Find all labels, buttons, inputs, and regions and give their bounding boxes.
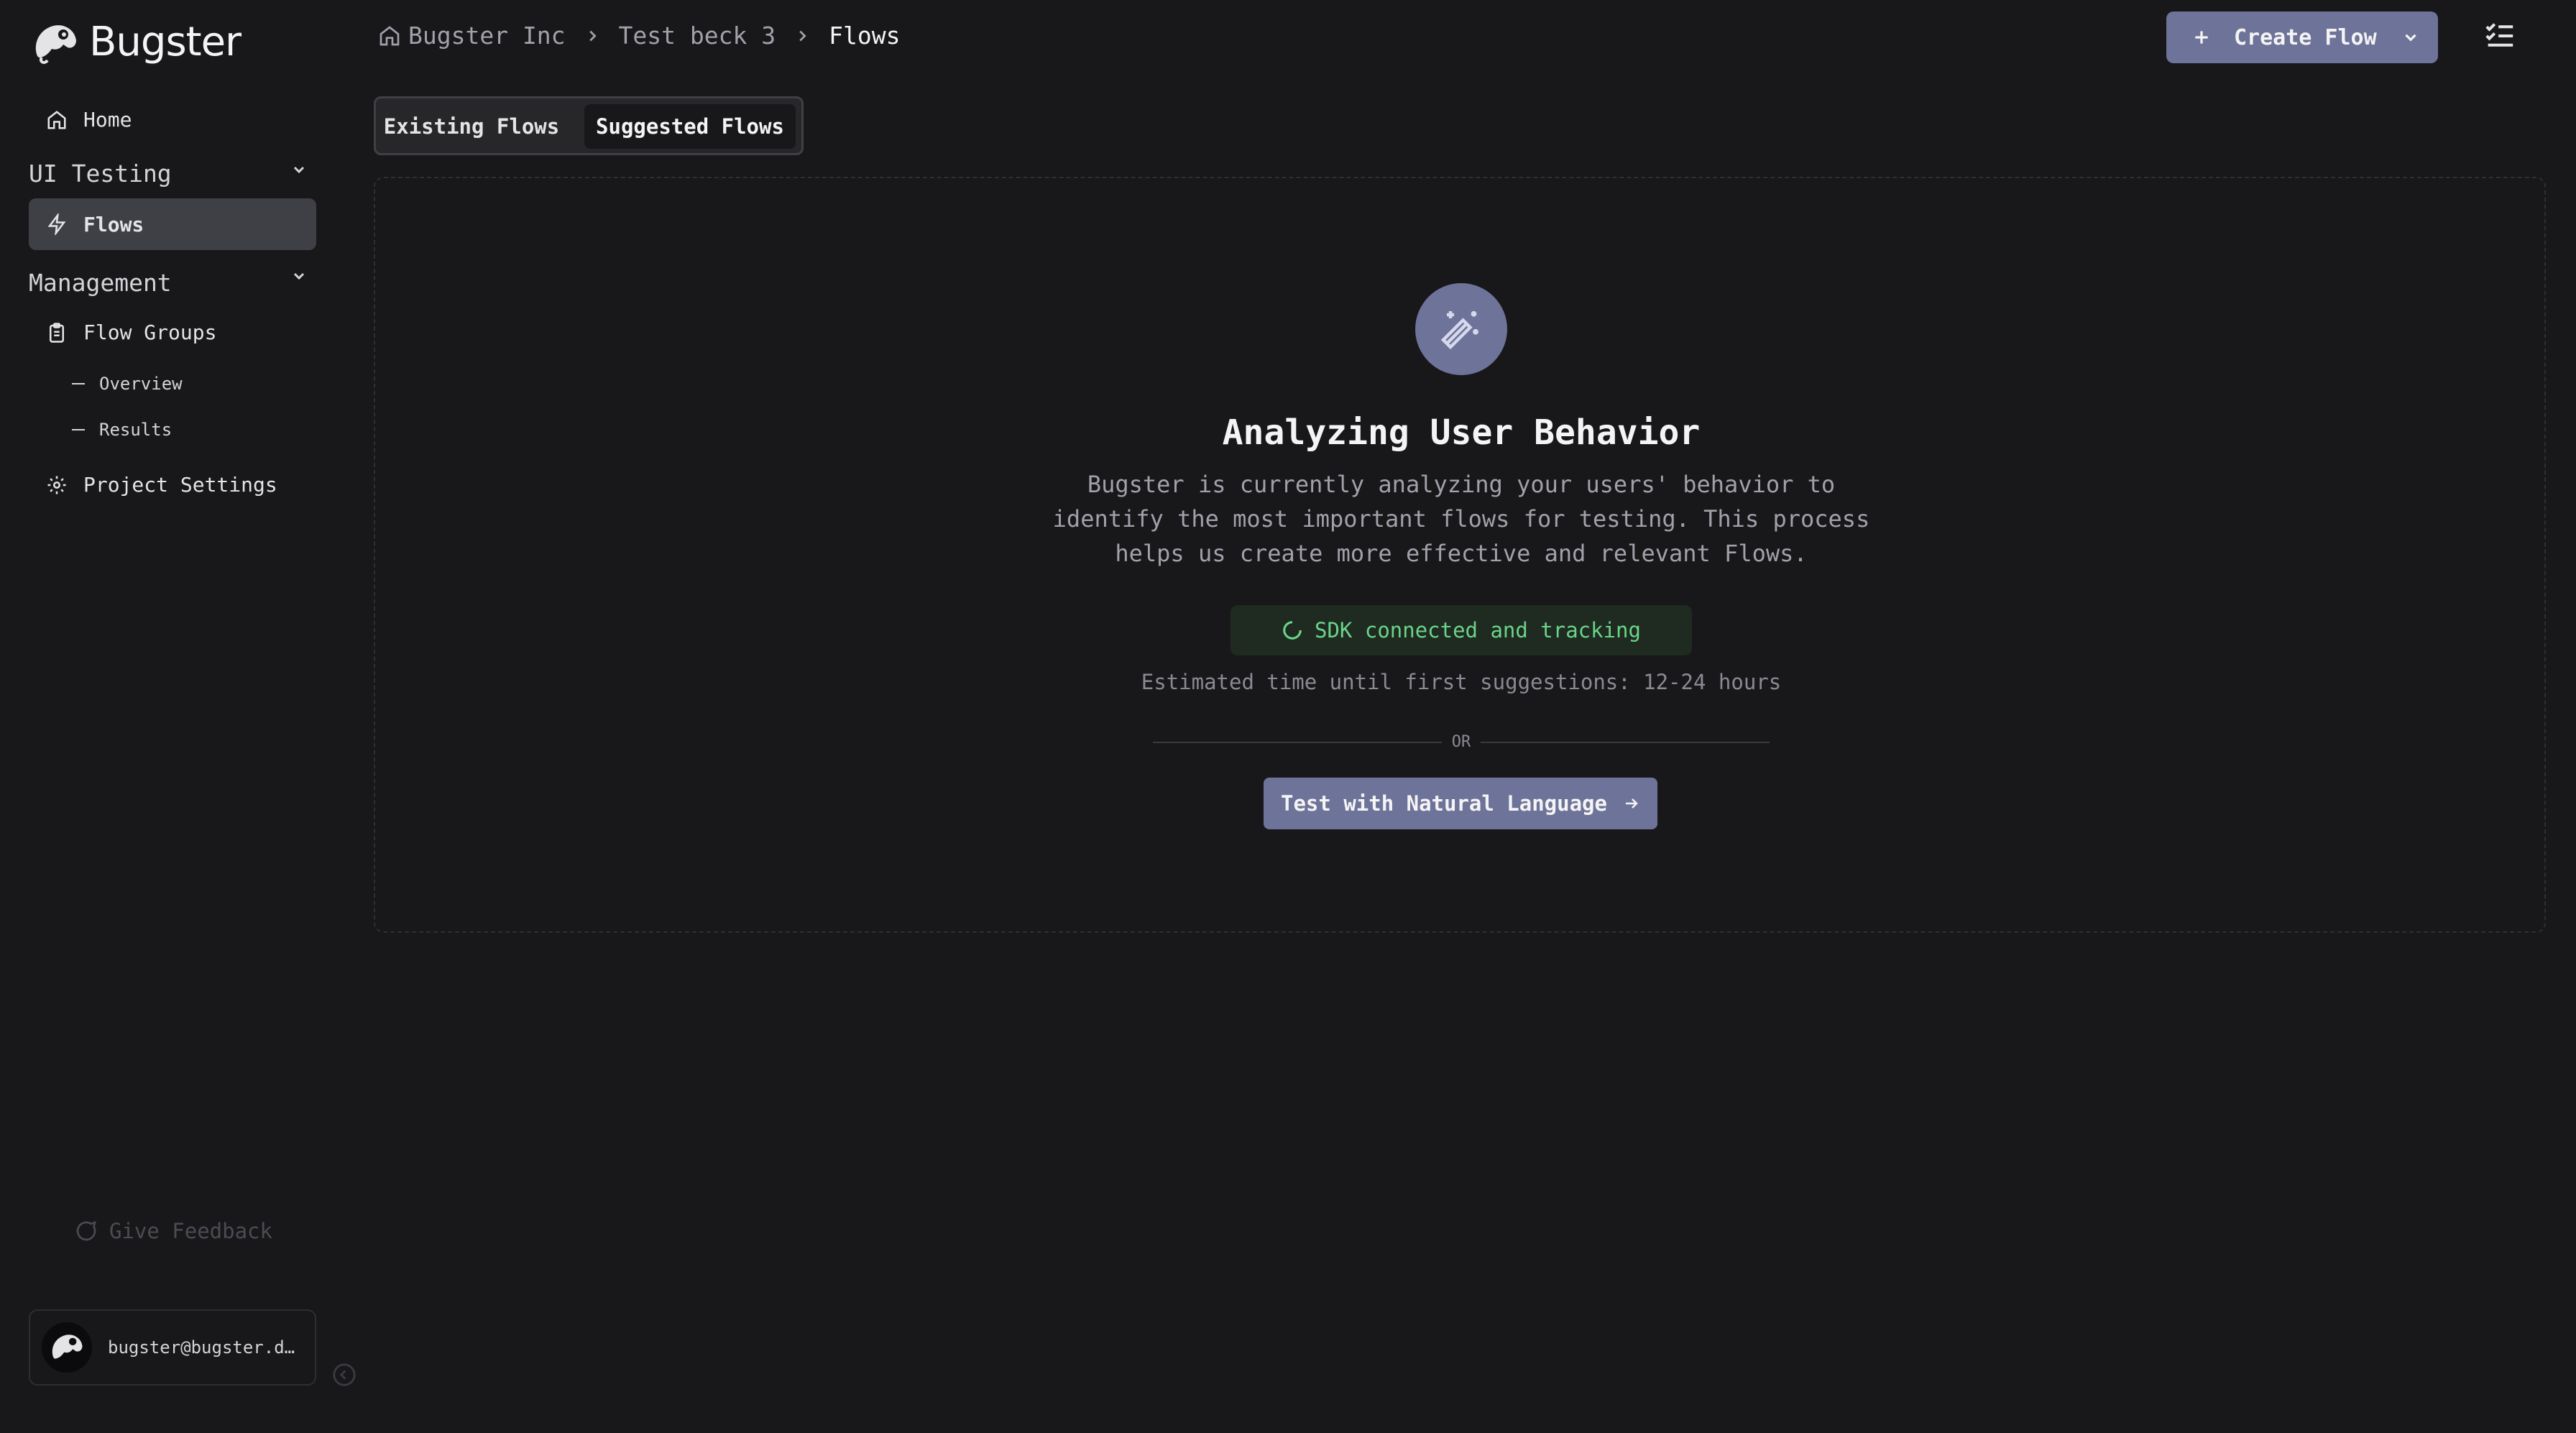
sidebar-item-label: Flows — [83, 212, 144, 236]
sidebar-item-home[interactable]: Home — [46, 108, 132, 132]
chevron-right-icon — [584, 28, 600, 44]
chevron-down-icon[interactable] — [2401, 28, 2420, 47]
breadcrumb-current: Flows — [829, 22, 901, 50]
magic-wand-icon — [1415, 283, 1507, 375]
create-flow-label: Create Flow — [2234, 24, 2377, 50]
gear-icon — [46, 474, 68, 496]
feedback-label: Give Feedback — [109, 1219, 272, 1243]
divider — [1481, 742, 1770, 743]
suggested-flows-panel: Analyzing User Behavior Bugster is curre… — [374, 177, 2546, 933]
breadcrumb-org[interactable]: Bugster Inc — [408, 22, 566, 50]
or-label: OR — [1451, 733, 1471, 751]
nl-button-label: Test with Natural Language — [1281, 791, 1607, 816]
breadcrumb-project[interactable]: Test beck 3 — [619, 22, 776, 50]
sidebar-item-label: Project Settings — [83, 473, 277, 497]
breadcrumb: Bugster Inc Test beck 3 Flows — [378, 22, 900, 50]
description-line-3: helps us create more effective and relev… — [1115, 540, 1808, 567]
page-heading: Analyzing User Behavior — [1222, 413, 1701, 453]
avatar — [42, 1322, 92, 1373]
description-line-2: identify the most important flows for te… — [1052, 505, 1870, 533]
estimated-time-text: Estimated time until first suggestions: … — [1141, 670, 1782, 694]
sidebar-subitem-results[interactable]: Results — [72, 420, 172, 440]
home-icon[interactable] — [378, 24, 401, 47]
dash-icon — [72, 383, 85, 384]
section-ui-testing[interactable]: UI Testing — [29, 160, 172, 188]
flows-tab-bar: Existing Flows Suggested Flows — [374, 96, 804, 155]
section-management[interactable]: Management — [29, 269, 172, 297]
sdk-status-text: SDK connected and tracking — [1315, 618, 1641, 642]
clipboard-icon — [46, 322, 68, 344]
test-natural-language-button[interactable]: Test with Natural Language — [1264, 778, 1657, 829]
sidebar-item-label: Flow Groups — [83, 321, 217, 344]
dash-icon — [72, 429, 85, 430]
app-logo[interactable]: Bugster — [32, 19, 242, 65]
sidebar-item-flows[interactable]: Flows — [29, 198, 316, 250]
user-account-card[interactable]: bugster@bugster.d… — [29, 1309, 316, 1386]
divider — [1153, 742, 1442, 743]
user-email: bugster@bugster.d… — [108, 1337, 295, 1358]
sidebar-item-flow-groups[interactable]: Flow Groups — [46, 321, 216, 344]
create-flow-button[interactable]: Create Flow — [2166, 11, 2438, 63]
tab-suggested-flows[interactable]: Suggested Flows — [584, 104, 796, 149]
plus-icon — [2192, 28, 2211, 47]
chevron-right-icon — [794, 28, 810, 44]
checklist-icon[interactable] — [2484, 22, 2516, 50]
tab-existing-flows[interactable]: Existing Flows — [382, 104, 561, 149]
description-line-1: Bugster is currently analyzing your user… — [1087, 471, 1836, 498]
sidebar-subitem-label: Results — [99, 420, 172, 440]
sidebar-subitem-overview[interactable]: Overview — [72, 374, 183, 394]
sidebar-subitem-label: Overview — [99, 374, 183, 394]
chat-bubble-icon — [75, 1220, 98, 1243]
arrow-right-icon — [1623, 795, 1640, 812]
chameleon-logo-icon — [32, 20, 79, 65]
app-name: Bugster — [89, 19, 242, 65]
home-icon — [46, 109, 68, 131]
sidebar-item-label: Home — [83, 108, 132, 132]
chevron-down-icon[interactable] — [290, 161, 308, 178]
give-feedback-button[interactable]: Give Feedback — [75, 1219, 272, 1243]
sdk-status-badge: SDK connected and tracking — [1230, 605, 1692, 655]
sidebar-item-project-settings[interactable]: Project Settings — [46, 473, 277, 497]
loading-spinner-icon — [1282, 619, 1303, 641]
lightning-icon — [46, 213, 68, 235]
collapse-sidebar-icon[interactable] — [332, 1363, 356, 1387]
chevron-down-icon[interactable] — [290, 267, 308, 285]
